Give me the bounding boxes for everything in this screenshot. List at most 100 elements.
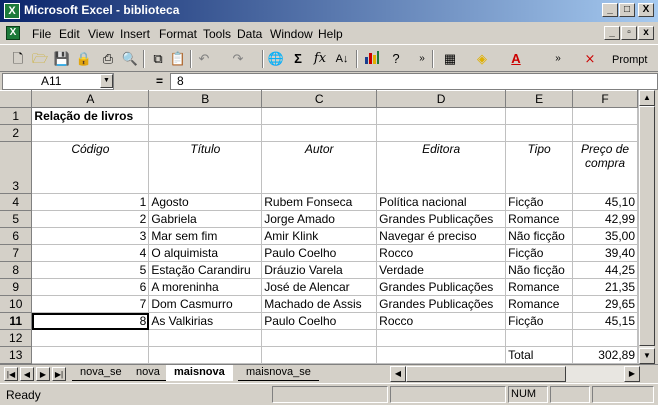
cell[interactable] [31,346,150,364]
cell-editora[interactable]: Rocco [376,312,507,330]
fill-color-icon[interactable]: ◈ [472,49,492,69]
close-button[interactable]: X [638,3,654,17]
cell-preco[interactable]: 44,25 [572,261,638,279]
cell-autor[interactable]: Paulo Coelho [261,244,378,262]
row-header[interactable]: 3 [0,141,33,194]
cell[interactable] [148,329,263,347]
cell-titulo[interactable]: O alquimista [148,244,263,262]
scroll-down-icon[interactable]: ▼ [639,348,655,364]
row-header[interactable]: 4 [0,193,33,211]
cell[interactable] [261,107,378,125]
cell-editora[interactable]: Rocco [376,244,507,262]
worksheet-grid[interactable]: A B C D E F 1 Relação de livros 2 3 Códi… [0,90,638,364]
cell[interactable] [261,329,378,347]
print-preview-icon[interactable]: 🔍 [120,49,140,69]
cell-tipo[interactable]: Ficção [505,193,574,211]
undo-icon[interactable]: ↶ [194,49,214,69]
cell-tipo[interactable]: Ficção [505,244,574,262]
sheet-tab-maisnova[interactable]: maisnova [166,365,233,381]
cell-codigo[interactable]: 7 [31,295,150,313]
cell-editora[interactable]: Grandes Publicações [376,210,507,228]
cell-codigo[interactable]: 2 [31,210,150,228]
cell-autor[interactable]: Dráuzio Varela [261,261,378,279]
row-header[interactable]: 12 [0,329,33,347]
cell-tipo[interactable]: Romance [505,210,574,228]
column-header-e[interactable]: E [505,90,574,108]
row-header[interactable]: 6 [0,227,33,245]
row-header[interactable]: 11 [0,312,33,330]
sheet-tab-nova[interactable]: nova [128,365,168,381]
cell[interactable] [148,346,263,364]
row-header[interactable]: 13 [0,346,33,364]
help-icon[interactable]: ? [386,49,406,69]
name-box[interactable]: A11 [2,73,114,90]
column-header-d[interactable]: D [376,90,507,108]
cell-preco[interactable]: 45,15 [572,312,638,330]
first-sheet-icon[interactable]: |◀ [4,367,18,381]
cell-tipo[interactable]: Romance [505,295,574,313]
next-sheet-icon[interactable]: ▶ [36,367,50,381]
cell-editora[interactable]: Grandes Publicações [376,278,507,296]
menu-window[interactable]: Window [270,27,313,41]
vertical-scrollbar[interactable]: ▲ ▼ [638,90,655,364]
row-header[interactable]: 8 [0,261,33,279]
prompt-label[interactable]: Prompt [612,54,647,66]
doc-minimize-button[interactable]: _ [604,26,620,40]
cell-editora[interactable]: Verdade [376,261,507,279]
cell-editora[interactable]: Grandes Publicações [376,295,507,313]
row-header[interactable]: 7 [0,244,33,262]
horizontal-scroll-thumb[interactable] [406,366,566,382]
font-color-icon[interactable]: A [506,49,526,69]
chart-icon[interactable] [362,49,382,69]
autosum-icon[interactable]: Σ [288,49,308,69]
menu-tools[interactable]: Tools [203,27,231,41]
scroll-left-icon[interactable]: ◀ [390,366,406,382]
cell-preco[interactable]: 29,65 [572,295,638,313]
prev-sheet-icon[interactable]: ◀ [20,367,34,381]
menu-insert[interactable]: Insert [120,27,150,41]
column-header-b[interactable]: B [148,90,263,108]
menu-format[interactable]: Format [159,27,197,41]
cell[interactable] [261,124,378,142]
cell-tipo[interactable]: Não ficção [505,227,574,245]
doc-close-button[interactable]: x [638,26,654,40]
open-icon[interactable]: 🗁 [30,49,50,69]
header-titulo[interactable]: Título [148,141,263,194]
cell-codigo[interactable]: 8 [31,312,150,330]
total-label-cell[interactable]: Total [505,346,574,364]
maximize-button[interactable]: □ [619,3,635,17]
cell[interactable] [148,124,263,142]
cell-autor[interactable]: Paulo Coelho [261,312,378,330]
cell-codigo[interactable]: 3 [31,227,150,245]
menu-view[interactable]: View [88,27,114,41]
cell-preco[interactable]: 21,35 [572,278,638,296]
cell-codigo[interactable]: 4 [31,244,150,262]
sheet-title-cell[interactable]: Relação de livros [31,107,150,125]
cell-autor[interactable]: Machado de Assis [261,295,378,313]
borders-icon[interactable]: ▦ [440,49,460,69]
row-header[interactable]: 2 [0,124,33,142]
doc-restore-button[interactable]: ▫ [621,26,637,40]
vertical-scroll-thumb[interactable] [639,106,655,346]
cell[interactable] [505,107,574,125]
cell-codigo[interactable]: 6 [31,278,150,296]
scroll-up-icon[interactable]: ▲ [639,90,655,106]
select-all-corner[interactable] [0,90,33,108]
print-icon[interactable]: ⎙ [98,49,118,69]
column-header-c[interactable]: C [261,90,378,108]
cell-autor[interactable]: Amir Klink [261,227,378,245]
header-codigo[interactable]: Código [31,141,150,194]
cell-titulo[interactable]: Gabriela [148,210,263,228]
minimize-button[interactable]: _ [602,3,618,17]
cell[interactable] [505,124,574,142]
formula-input[interactable]: 8 [170,73,658,90]
cell[interactable] [148,107,263,125]
cell-titulo[interactable]: A moreninha [148,278,263,296]
save-icon[interactable]: 💾 [52,49,72,69]
cell-autor[interactable]: Jorge Amado [261,210,378,228]
scroll-right-icon[interactable]: ▶ [624,366,640,382]
cell[interactable] [376,346,507,364]
cell-tipo[interactable]: Ficção [505,312,574,330]
cell-preco[interactable]: 42,99 [572,210,638,228]
cell[interactable] [376,124,507,142]
